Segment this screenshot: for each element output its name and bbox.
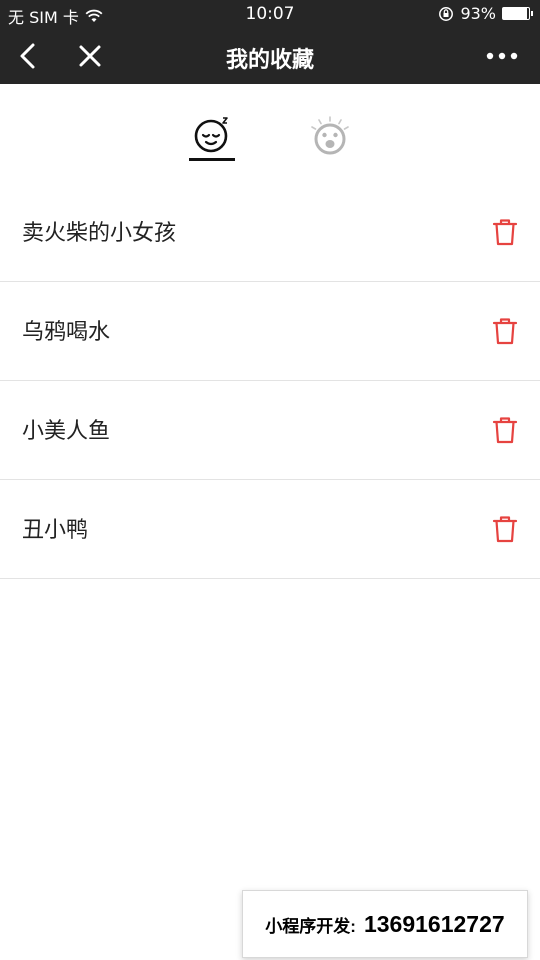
list-item-title: 乌鸦喝水 [22,320,111,345]
tab-bar [0,84,540,184]
trash-icon[interactable] [492,316,518,346]
status-right: 93% [438,4,533,23]
list-item-title: 小美人鱼 [22,419,111,444]
sleepy-face-icon[interactable] [189,114,237,162]
list-item[interactable]: 乌鸦喝水 [0,282,540,381]
page-title: 我的收藏 [225,48,314,73]
list-item-title: 丑小鸭 [22,518,89,543]
watermark-phone: 13691612727 [363,910,505,937]
trash-icon[interactable] [492,514,518,544]
orientation-lock-icon [439,6,454,21]
battery-level [503,8,528,19]
active-tab-indicator [189,158,235,161]
trash-icon[interactable] [492,217,518,247]
battery-icon [502,7,533,20]
favorites-list: 卖火柴的小女孩 乌鸦喝水 小美人鱼 丑小鸭 [0,183,540,579]
contact-watermark: 小程序开发: 13691612727 [242,890,528,958]
list-item[interactable]: 卖火柴的小女孩 [0,183,540,282]
more-dots-icon[interactable] [486,48,518,64]
nav-bar: 我的收藏 [0,28,540,84]
list-item-title: 卖火柴的小女孩 [22,221,177,246]
watermark-label: 小程序开发: [265,916,356,936]
trash-icon[interactable] [492,415,518,445]
surprised-face-icon[interactable] [306,114,354,162]
battery-percent: 93% [460,4,496,23]
list-item[interactable]: 小美人鱼 [0,381,540,480]
status-bar: 无 SIM 卡 10:07 93% [0,0,540,28]
list-item[interactable]: 丑小鸭 [0,480,540,579]
